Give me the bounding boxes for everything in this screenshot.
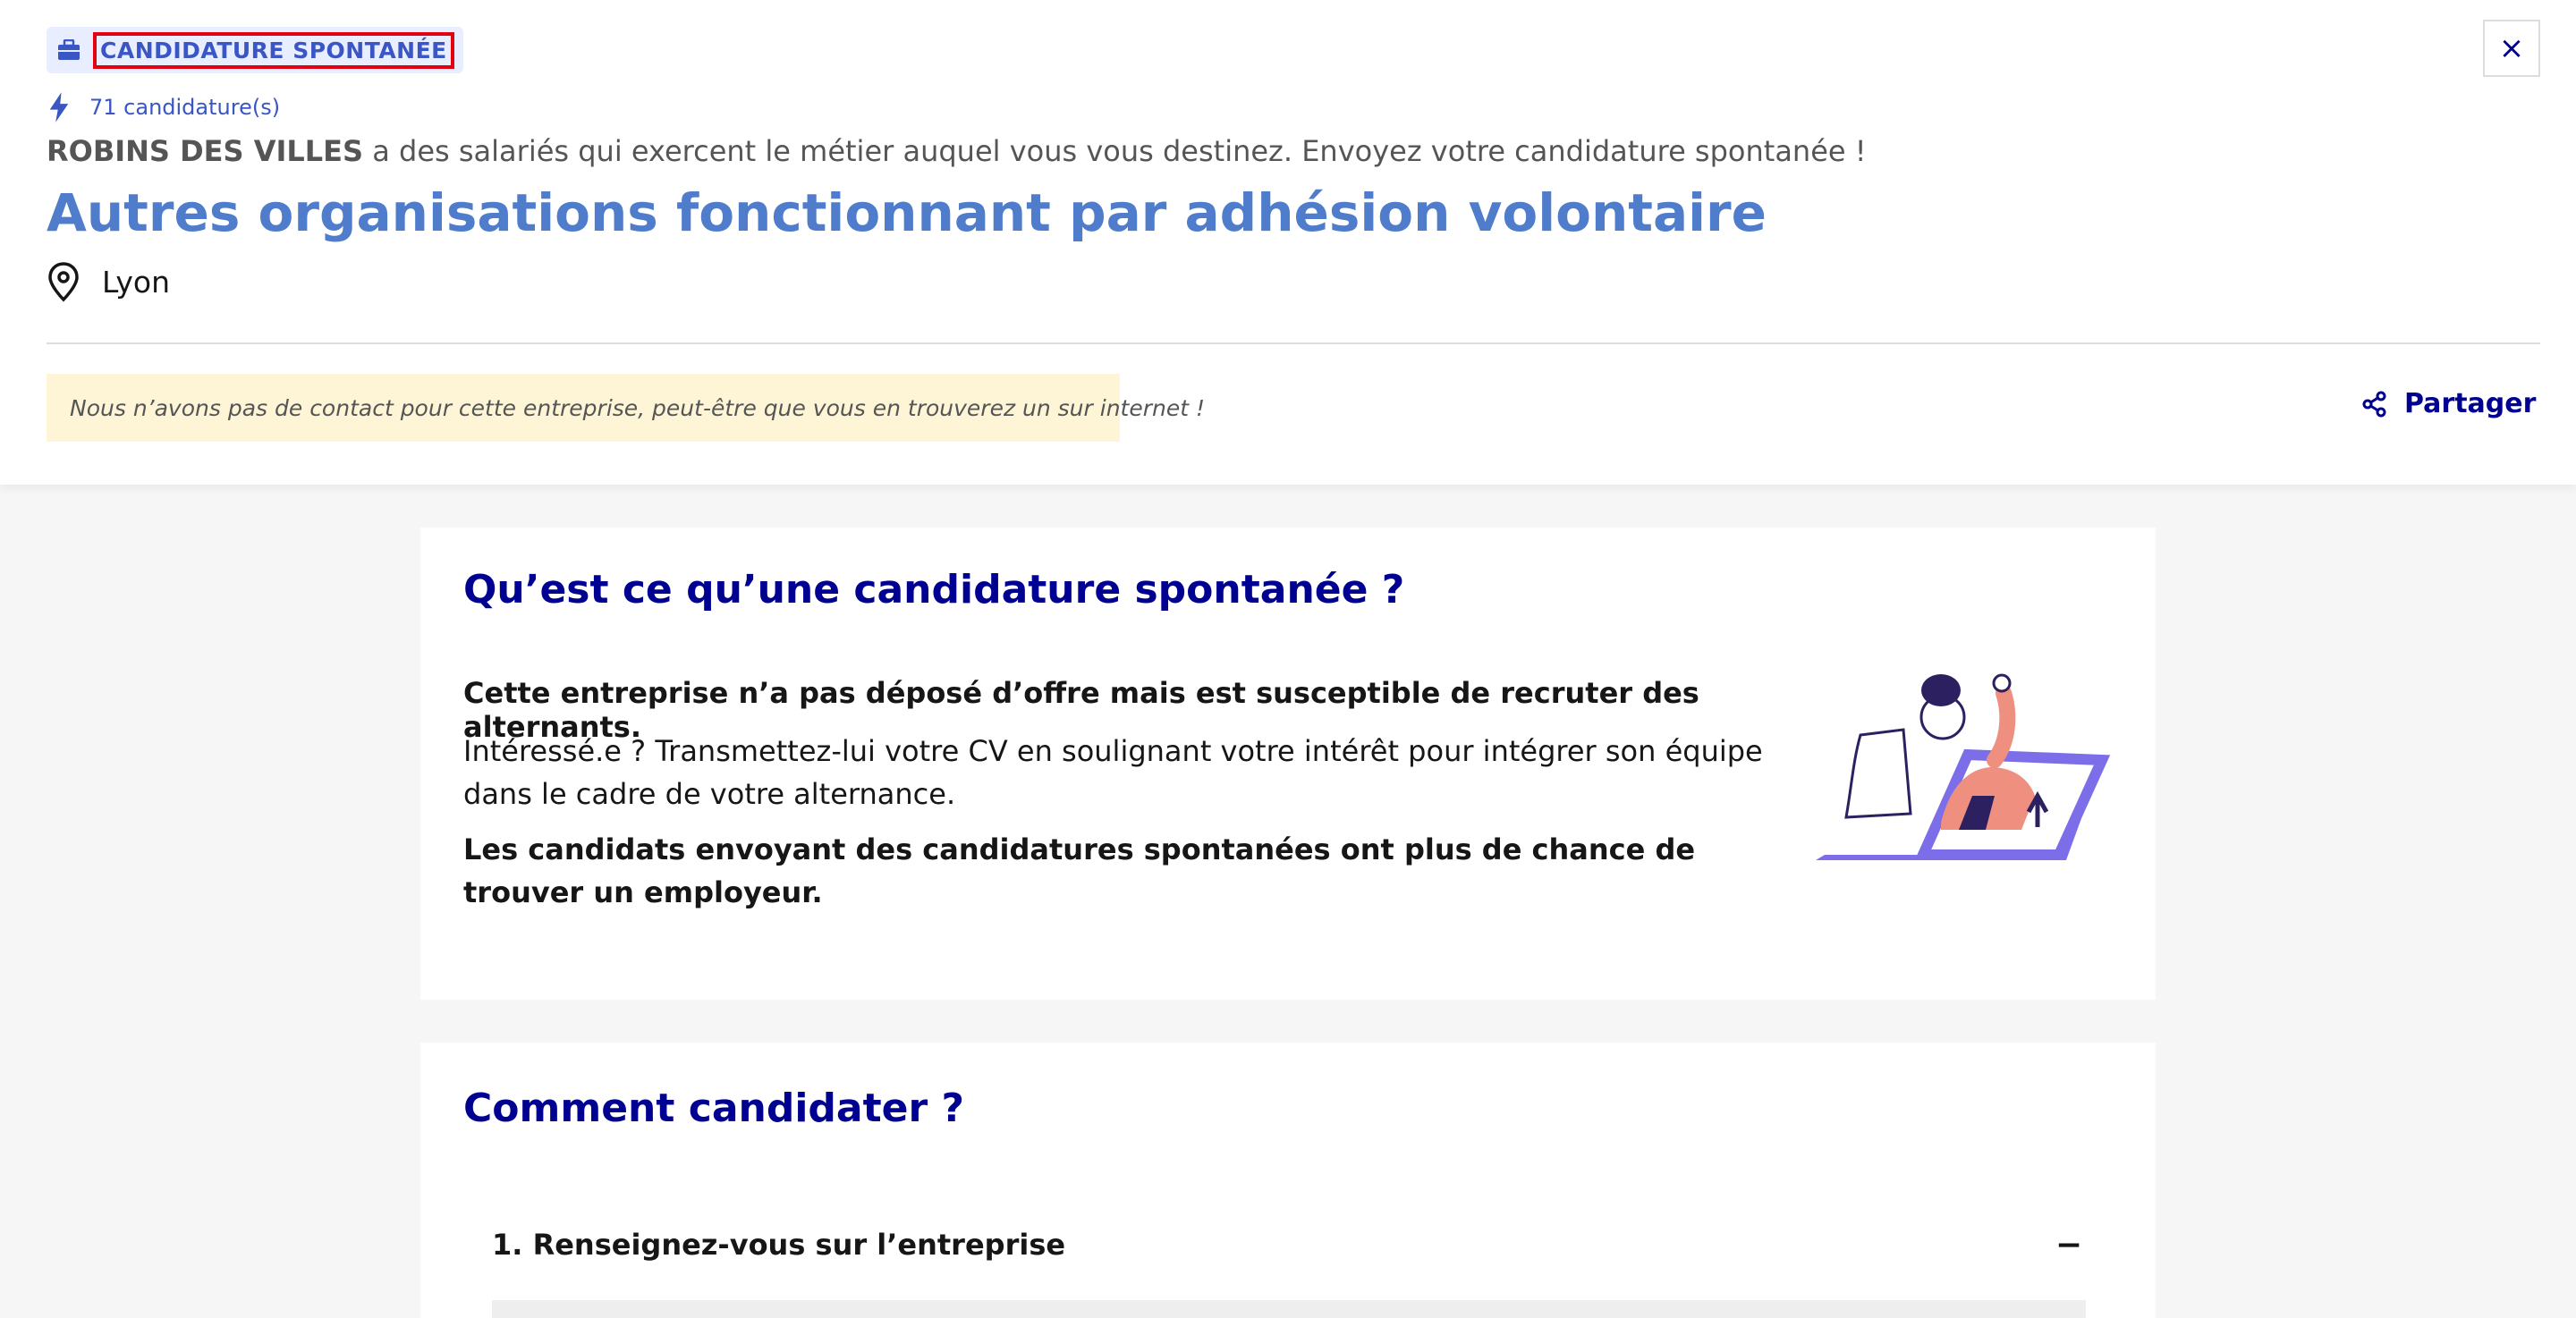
briefcase-icon [55,37,82,63]
how-to-apply-card: Comment candidater ? 1. Renseignez-vous … [420,1043,2156,1318]
spontaneous-application-tag: CANDIDATURE SPONTANÉE [47,27,463,73]
section-title: Qu’est ce qu’une candidature spontanée ? [463,567,1405,613]
share-label: Partager [2404,388,2537,419]
applications-count-text: 71 candidature(s) [89,95,281,120]
collapse-icon[interactable]: − [2055,1227,2082,1263]
no-contact-notice: Nous n’avons pas de contact pour cette e… [47,374,1205,442]
what-is-spontaneous-card: Qu’est ce qu’une candidature spontanée ?… [420,528,2156,1000]
company-description-text: a des salariés qui exercent le métier au… [372,134,1867,168]
share-icon [2362,391,2386,417]
accordion-step-1[interactable]: 1. Renseignez-vous sur l’entreprise − [492,1209,2086,1280]
close-icon: × [2498,30,2525,66]
accordion-step-1-content [492,1300,2086,1318]
location-pin-icon [48,262,79,302]
bolt-icon [49,92,69,123]
close-button[interactable]: × [2483,20,2540,77]
location-city: Lyon [102,264,170,300]
section-paragraph-2: Intéressé.e ? Transmettez-lui votre CV e… [463,734,1763,811]
header-divider [47,342,2540,344]
job-detail-header: CANDIDATURE SPONTANÉE 71 candidature(s) … [0,0,2576,485]
applications-count: 71 candidature(s) [47,89,280,125]
notice-text: Nous n’avons pas de contact pour cette e… [70,394,1205,421]
section-paragraph-3: Les candidats envoyant des candidatures … [463,832,1696,909]
candidate-illustration [1816,673,2111,860]
job-title: Autres organisations fonctionnant par ad… [47,182,1767,243]
accordion-step-label: 1. Renseignez-vous sur l’entreprise [492,1228,1066,1262]
company-name: ROBINS DES VILLES [47,134,364,168]
section-title: Comment candidater ? [463,1086,965,1131]
location: Lyon [47,261,170,302]
company-description: ROBINS DES VILLES a des salariés qui exe… [47,134,1867,168]
tag-label: CANDIDATURE SPONTANÉE [93,31,454,69]
share-button[interactable]: Partager [2361,388,2536,419]
